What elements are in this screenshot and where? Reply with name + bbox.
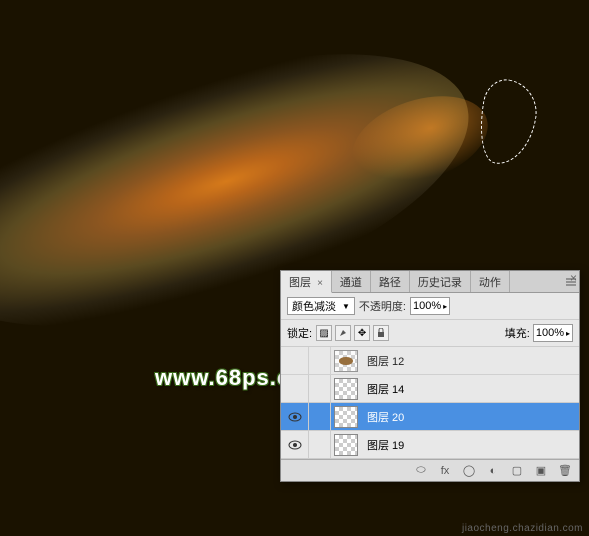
link-layers-icon[interactable]: ⬭	[413, 464, 429, 478]
lock-pixels-icon[interactable]	[335, 325, 351, 341]
layer-thumbnail[interactable]	[331, 431, 361, 458]
eye-icon	[288, 410, 302, 424]
lock-position-icon[interactable]: ✥	[354, 325, 370, 341]
layer-fx-icon[interactable]: fx	[437, 464, 453, 478]
link-col[interactable]	[309, 347, 331, 374]
layers-panel: × 图层 × 通道 路径 历史记录 动作 颜色减淡 ▼ 不透明度: 100% ▸…	[280, 270, 580, 482]
tab-actions[interactable]: 动作	[471, 271, 510, 292]
link-col[interactable]	[309, 375, 331, 402]
layer-mask-icon[interactable]: ◯	[461, 464, 477, 478]
layer-name[interactable]: 图层 12	[361, 353, 404, 369]
layer-thumbnail[interactable]	[331, 403, 361, 430]
layer-thumbnail[interactable]	[331, 347, 361, 374]
layer-row-selected[interactable]: 图层 20	[281, 403, 579, 431]
link-col[interactable]	[309, 431, 331, 458]
layer-row[interactable]: 图层 12	[281, 347, 579, 375]
tab-channels[interactable]: 通道	[332, 271, 371, 292]
opacity-chevron-icon[interactable]: ▸	[443, 302, 447, 311]
new-layer-icon[interactable]: ▣	[533, 464, 549, 478]
lock-icons-group: ▨ ✥	[316, 325, 389, 341]
layer-thumbnail[interactable]	[331, 375, 361, 402]
tab-history[interactable]: 历史记录	[410, 271, 471, 292]
panel-tabs: 图层 × 通道 路径 历史记录 动作	[281, 271, 579, 293]
layer-name[interactable]: 图层 19	[361, 437, 404, 453]
opacity-value: 100%	[413, 300, 441, 312]
adjustment-layer-icon[interactable]: ◐	[485, 464, 501, 478]
lock-all-icon[interactable]	[373, 325, 389, 341]
fill-section: 填充: 100% ▸	[505, 324, 573, 342]
trash-icon[interactable]: 🗑	[557, 464, 573, 478]
panel-footer: ⬭ fx ◯ ◐ ▢ ▣ 🗑	[281, 459, 579, 481]
new-folder-icon[interactable]: ▢	[509, 464, 525, 478]
fill-value: 100%	[536, 327, 564, 339]
layer-row[interactable]: 图层 19	[281, 431, 579, 459]
close-icon[interactable]: ×	[570, 271, 577, 285]
blend-mode-row: 颜色减淡 ▼ 不透明度: 100% ▸	[281, 293, 579, 320]
tab-paths[interactable]: 路径	[371, 271, 410, 292]
layer-name[interactable]: 图层 14	[361, 381, 404, 397]
visibility-toggle[interactable]	[281, 403, 309, 430]
blend-mode-dropdown[interactable]: 颜色减淡 ▼	[287, 297, 355, 315]
link-col[interactable]	[309, 403, 331, 430]
blend-mode-value: 颜色减淡	[292, 298, 336, 314]
fill-label: 填充:	[505, 325, 530, 341]
fill-input[interactable]: 100% ▸	[533, 324, 573, 342]
opacity-label: 不透明度:	[359, 298, 406, 314]
lock-row: 锁定: ▨ ✥ 填充: 100% ▸	[281, 320, 579, 347]
visibility-toggle[interactable]	[281, 431, 309, 458]
chevron-down-icon: ▼	[342, 302, 350, 311]
bottom-watermark: jiaocheng.chazidian.com	[462, 523, 583, 534]
lock-label: 锁定:	[287, 325, 312, 341]
lock-transparency-icon[interactable]: ▨	[316, 325, 332, 341]
opacity-input[interactable]: 100% ▸	[410, 297, 450, 315]
layer-name[interactable]: 图层 20	[361, 409, 404, 425]
eye-icon	[288, 438, 302, 452]
tab-layers[interactable]: 图层 ×	[281, 271, 332, 293]
visibility-toggle[interactable]	[281, 347, 309, 374]
tab-close-icon[interactable]: ×	[314, 278, 323, 289]
marquee-selection	[473, 76, 542, 169]
fill-chevron-icon[interactable]: ▸	[566, 329, 570, 338]
layer-list: 图层 12 图层 14 图层 20	[281, 347, 579, 459]
tab-label: 图层	[289, 277, 311, 289]
layer-row[interactable]: 图层 14	[281, 375, 579, 403]
visibility-toggle[interactable]	[281, 375, 309, 402]
